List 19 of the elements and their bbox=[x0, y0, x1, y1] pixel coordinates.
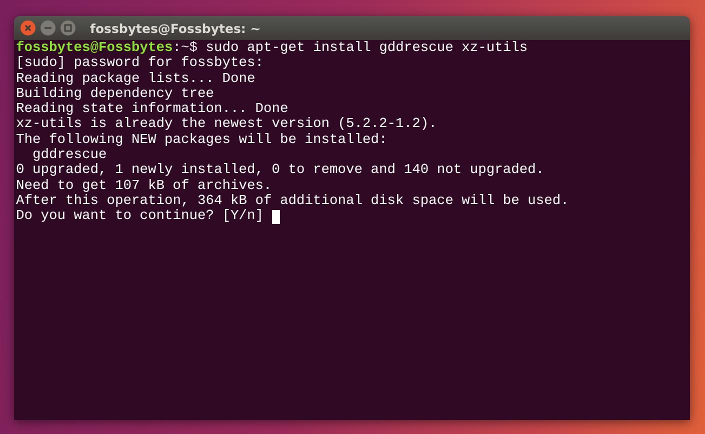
output-line: Reading state information... Done bbox=[16, 102, 288, 118]
maximize-icon[interactable] bbox=[60, 20, 76, 36]
prompt-path: :~$ bbox=[172, 41, 198, 56]
output-line: Need to get 107 kB of archives. bbox=[16, 178, 272, 194]
window-title: fossbytes@Fossbytes: ~ bbox=[90, 20, 261, 36]
cursor-icon bbox=[272, 210, 280, 224]
output-line: 0 upgraded, 1 newly installed, 0 to remove and 140 not upgraded. bbox=[16, 163, 544, 179]
output-line: Reading package lists... Done bbox=[16, 72, 256, 87]
output-line: The following NEW packages will be installed: bbox=[16, 132, 388, 148]
output-line: After this operation, 364 kB of additional disk space will be used. bbox=[16, 194, 569, 209]
output-line: gddrescue bbox=[32, 148, 107, 164]
output-line: [sudo] password for fossbytes: bbox=[16, 56, 264, 72]
prompt-user: fossbytes@Fossbytes bbox=[16, 41, 173, 56]
close-icon[interactable] bbox=[20, 20, 36, 36]
output-line: Building dependency tree bbox=[16, 86, 214, 102]
minimize-icon[interactable] bbox=[40, 20, 56, 36]
input-prompt: Do you want to continue? [Y/n] bbox=[16, 209, 265, 225]
command-text: sudo apt-get install gddrescue xz-utils bbox=[204, 41, 528, 56]
output-line: xz-utils is already the newest version (5.2.2-1.2). bbox=[16, 117, 437, 133]
